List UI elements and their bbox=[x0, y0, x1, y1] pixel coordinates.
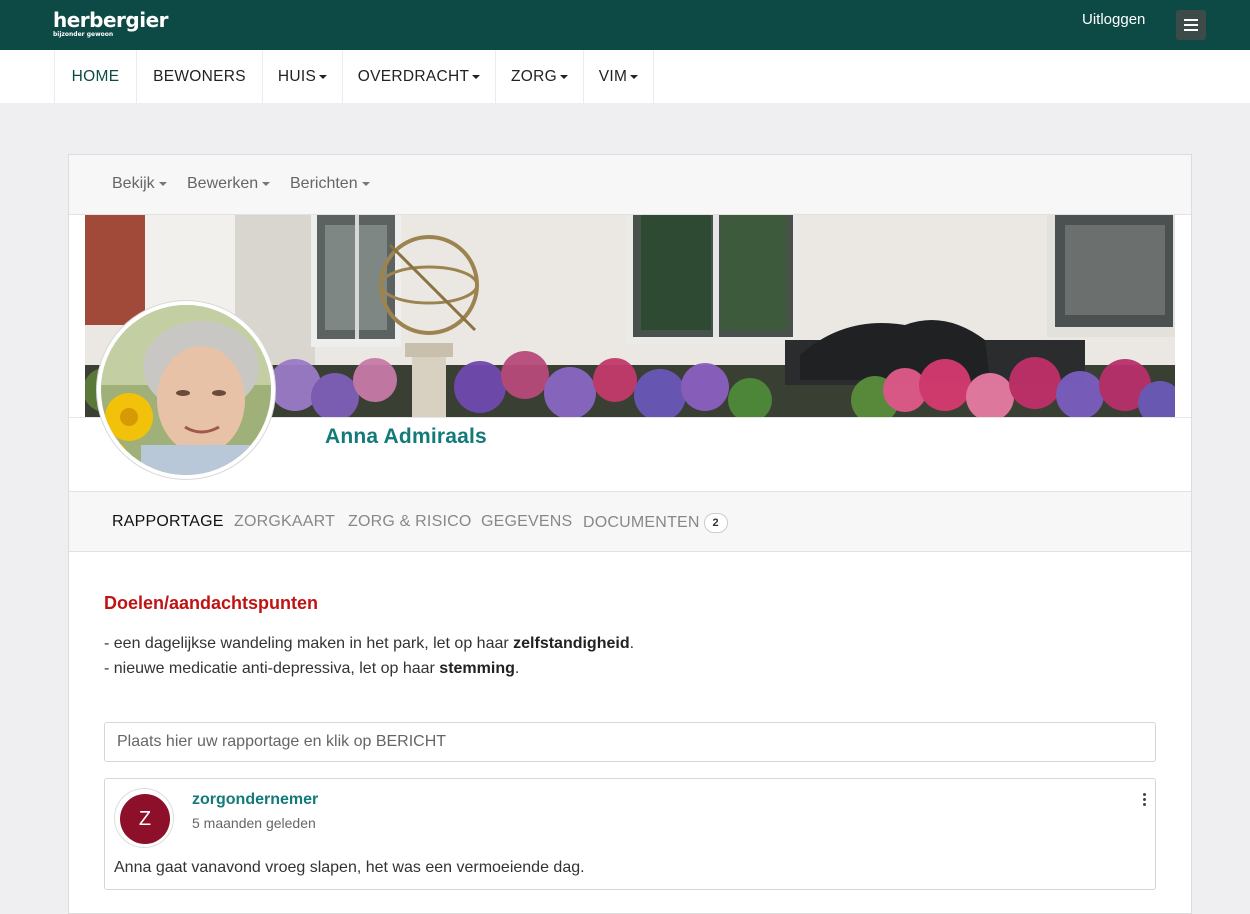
main-nav: HOME BEWONERS HUIS OVERDRACHT ZORG VIM bbox=[0, 50, 1250, 103]
top-bar: herbergier bijzonder gewoon Uitloggen bbox=[0, 0, 1250, 50]
brand-logo[interactable]: herbergier bijzonder gewoon bbox=[53, 8, 169, 38]
subnav-berichten[interactable]: Berichten bbox=[290, 175, 370, 193]
tab-zorg-risico[interactable]: ZORG & RISICO bbox=[348, 513, 472, 531]
card-sub-nav: Bekijk Bewerken Berichten bbox=[69, 155, 1191, 215]
caret-down-icon bbox=[630, 74, 639, 79]
report-post: Z zorgondernemer 5 maanden geleden Anna … bbox=[104, 778, 1156, 890]
nav-item-home[interactable]: HOME bbox=[54, 50, 136, 103]
nav-item-zorg[interactable]: ZORG bbox=[495, 50, 583, 103]
post-timestamp: 5 maanden geleden bbox=[192, 815, 316, 831]
more-options-icon[interactable] bbox=[1139, 792, 1151, 808]
caret-down-icon bbox=[262, 181, 271, 186]
goal-item: - nieuwe medicatie anti-depressiva, let … bbox=[104, 660, 520, 677]
nav-item-vim[interactable]: VIM bbox=[583, 50, 654, 103]
caret-down-icon bbox=[319, 74, 328, 79]
tab-rapportage[interactable]: RAPPORTAGE bbox=[112, 513, 224, 531]
subnav-bewerken[interactable]: Bewerken bbox=[187, 175, 271, 193]
tab-documenten[interactable]: DOCUMENTEN 2 bbox=[583, 513, 728, 533]
caret-down-icon bbox=[361, 181, 370, 186]
goal-item: - een dagelijkse wandeling maken in het … bbox=[104, 635, 635, 652]
goals-title: Doelen/aandachtspunten bbox=[104, 593, 319, 613]
nav-item-overdracht[interactable]: OVERDRACHT bbox=[342, 50, 495, 103]
tab-gegevens[interactable]: GEGEVENS bbox=[481, 513, 572, 531]
brand-tagline: bijzonder gewoon bbox=[53, 31, 114, 38]
report-input[interactable] bbox=[104, 722, 1156, 762]
hamburger-menu-button[interactable] bbox=[1176, 10, 1206, 40]
nav-item-huis[interactable]: HUIS bbox=[262, 50, 342, 103]
hamburger-icon bbox=[1184, 19, 1198, 21]
caret-down-icon bbox=[559, 74, 568, 79]
subnav-bekijk[interactable]: Bekijk bbox=[112, 175, 167, 193]
caret-down-icon bbox=[158, 181, 167, 186]
post-body: Anna gaat vanavond vroeg slapen, het was… bbox=[114, 859, 585, 876]
documents-count-badge: 2 bbox=[703, 513, 728, 533]
tab-zorgkaart[interactable]: ZORGKAART bbox=[234, 513, 335, 531]
resident-name: Anna Admiraals bbox=[325, 425, 487, 448]
post-avatar: Z bbox=[114, 788, 174, 848]
post-avatar-initial: Z bbox=[120, 794, 170, 844]
profile-tabs: RAPPORTAGE ZORGKAART ZORG & RISICO GEGEV… bbox=[69, 492, 1191, 552]
resident-avatar bbox=[96, 300, 276, 480]
resident-card: Bekijk Bewerken Berichten Anna Admiraals… bbox=[68, 154, 1192, 914]
brand-name: herbergier bbox=[53, 8, 169, 32]
nav-item-bewoners[interactable]: BEWONERS bbox=[136, 50, 262, 103]
post-author-link[interactable]: zorgondernemer bbox=[192, 791, 318, 809]
caret-down-icon bbox=[472, 74, 481, 79]
logout-link[interactable]: Uitloggen bbox=[1082, 11, 1145, 28]
